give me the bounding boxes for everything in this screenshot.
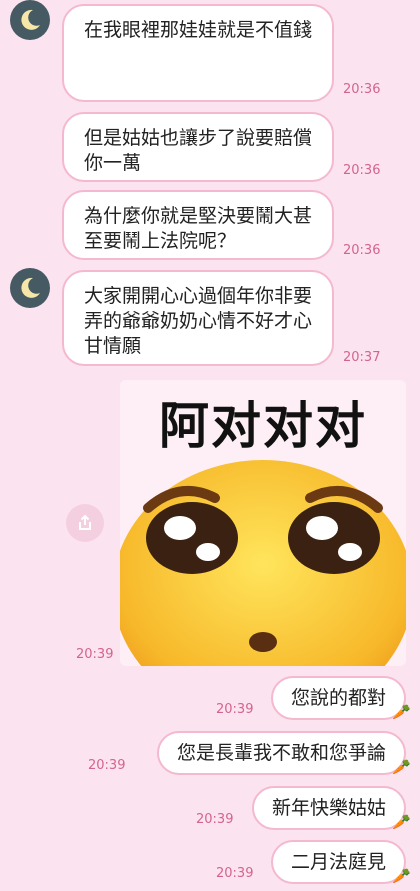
outgoing-message[interactable]: 二月法庭見: [270, 840, 406, 884]
message-time: 20:39: [216, 866, 254, 881]
crescent-moon-icon: [21, 9, 40, 30]
message-text: 新年快樂姑姑: [271, 797, 386, 819]
carrot-icon: 🥕: [392, 813, 411, 831]
message-text: 為什麼你就是堅決要鬧大甚至要鬧上法院呢？: [84, 205, 313, 252]
contact-avatar[interactable]: [10, 0, 50, 40]
incoming-message[interactable]: 但是姑姑也讓步了說要賠償你一萬: [62, 112, 334, 182]
outgoing-message[interactable]: 您說的都對: [270, 676, 406, 720]
carrot-icon: 🥕: [392, 703, 411, 721]
message-text: 二月法庭見: [290, 851, 386, 873]
outgoing-message[interactable]: 新年快樂姑姑: [251, 786, 406, 830]
crescent-moon-icon: [21, 277, 40, 298]
outgoing-message[interactable]: 您是長輩我不敢和您爭論: [156, 731, 406, 775]
message-time: 20:36: [343, 163, 381, 178]
message-text: 您是長輩我不敢和您爭論: [176, 742, 386, 764]
message-text: 但是姑姑也讓步了說要賠償你一萬: [84, 127, 313, 174]
message-time: 20:36: [343, 243, 381, 258]
sticker-caption: 阿对对对: [159, 397, 367, 455]
message-time: 20:36: [343, 82, 381, 97]
share-button[interactable]: [66, 504, 104, 542]
incoming-message[interactable]: 大家開開心心過個年你非要弄的爺爺奶奶心情不好才心甘情願: [62, 270, 334, 366]
message-time: 20:39: [76, 647, 114, 662]
carrot-icon: 🥕: [392, 758, 411, 776]
incoming-message[interactable]: 為什麼你就是堅決要鬧大甚至要鬧上法院呢？: [62, 190, 334, 260]
message-time: 20:39: [196, 812, 234, 827]
contact-avatar[interactable]: [10, 268, 50, 308]
message-time: 20:39: [216, 702, 254, 717]
message-time: 20:37: [343, 350, 381, 365]
message-text: 您說的都對: [290, 687, 386, 709]
incoming-message[interactable]: 在我眼裡那娃娃就是不值錢: [62, 4, 334, 102]
sticker-image[interactable]: 阿对对对: [120, 380, 406, 666]
share-icon: [79, 514, 91, 530]
carrot-icon: 🥕: [392, 867, 411, 885]
message-text: 大家開開心心過個年你非要弄的爺爺奶奶心情不好才心甘情願: [84, 285, 313, 357]
message-time: 20:39: [88, 758, 126, 773]
message-text: 在我眼裡那娃娃就是不值錢: [84, 19, 313, 41]
